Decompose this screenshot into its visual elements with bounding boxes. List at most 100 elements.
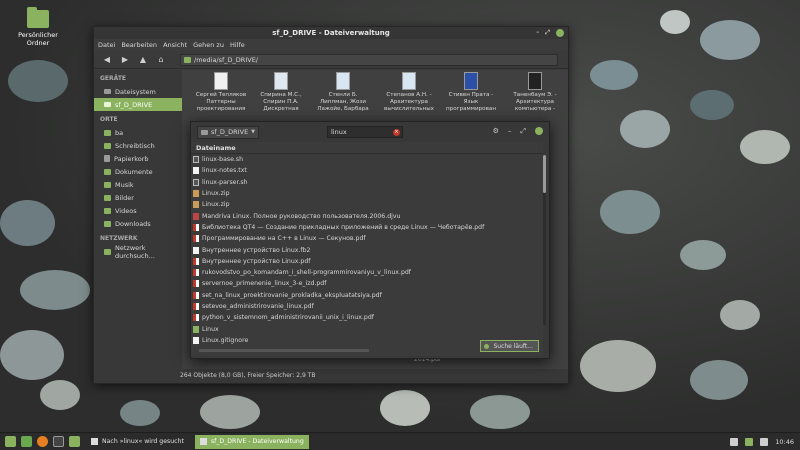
list-item[interactable]: Внутреннее устройство Linux.fb2: [191, 244, 543, 255]
result-name: Внутреннее устройство Linux.pdf: [202, 257, 311, 265]
up-icon[interactable]: ▲: [138, 55, 148, 65]
minimize-icon[interactable]: –: [508, 126, 512, 136]
clear-icon[interactable]: ×: [393, 129, 400, 136]
status-bar: 264 Objekte (8,0 GB), Freier Speicher: 2…: [94, 369, 568, 383]
sidebar-item-sf-d-drive[interactable]: sf_D_DRIVE: [94, 98, 182, 111]
list-item[interactable]: Linux: [191, 323, 543, 334]
gear-icon[interactable]: ⚙: [493, 126, 499, 136]
file-name-line: Паттерны: [206, 99, 236, 105]
path-bar[interactable]: /media/sf_D_DRIVE/: [180, 53, 558, 66]
file-item[interactable]: Стивен Прата - Язык программирован: [440, 72, 502, 113]
results-scrollbar[interactable]: [543, 155, 546, 325]
pebble: [380, 390, 430, 426]
file-item[interactable]: Степанов А.Н. - Архитектура вычислительн…: [378, 72, 440, 113]
sidebar-item-documents[interactable]: Dokumente: [94, 165, 182, 178]
list-item[interactable]: rukovodstvo_po_komandam_i_shell-programm…: [191, 267, 543, 278]
pdf-file-icon: [193, 235, 199, 243]
scrollbar-thumb[interactable]: [543, 155, 546, 193]
sidebar-item-network[interactable]: Netzwerk durchsuch...: [94, 244, 182, 260]
list-item[interactable]: linux-notes.txt: [191, 165, 543, 176]
file-name-line: Сергей Тепляков: [195, 92, 247, 98]
sidebar-item-trash[interactable]: Papierkorb: [94, 152, 182, 165]
task-file-manager[interactable]: sf_D_DRIVE - Dateiverwaltung: [194, 434, 309, 449]
forward-icon[interactable]: ▶: [120, 55, 130, 65]
search-location-select[interactable]: sf_D_DRIVE ▼: [197, 125, 259, 139]
list-item[interactable]: Программирование на C++ в Linux — Секуно…: [191, 233, 543, 244]
file-name-line: Язык: [463, 99, 479, 105]
maximize-icon[interactable]: ⤢: [520, 126, 526, 136]
minimize-icon[interactable]: –: [536, 29, 539, 37]
sidebar-item-home[interactable]: ba: [94, 126, 182, 139]
menubar: Datei Bearbeiten Ansicht Gehen zu Hilfe: [94, 39, 568, 51]
pdf-file-icon: [193, 257, 199, 265]
pebble: [620, 110, 670, 148]
volume-icon[interactable]: [760, 437, 769, 446]
search-progress-button[interactable]: Suche läuft...: [480, 340, 539, 352]
menu-go[interactable]: Gehen zu: [193, 39, 224, 51]
task-search[interactable]: Nach »linux« wird gesucht: [86, 435, 189, 449]
window-titlebar[interactable]: sf_D_DRIVE - Dateiverwaltung – ⤢: [94, 27, 568, 39]
shield-icon[interactable]: [745, 437, 754, 446]
sidebar-item-pictures[interactable]: Bilder: [94, 191, 182, 204]
sidebar-item-label: Bilder: [115, 193, 134, 202]
menu-view[interactable]: Ansicht: [163, 39, 187, 51]
menu-edit[interactable]: Bearbeiten: [121, 39, 157, 51]
search-input[interactable]: linux ×: [327, 126, 403, 138]
list-item[interactable]: setevoe_administrirovanie_linux.pdf: [191, 301, 543, 312]
list-item[interactable]: linux-parser.sh: [191, 177, 543, 188]
file-name-line: вычислительных: [384, 106, 434, 112]
list-item[interactable]: set_na_linux_proektirovanie_prokladka_ek…: [191, 290, 543, 301]
window-controls: – ⤢: [536, 29, 564, 37]
search-query: linux: [331, 128, 347, 136]
clock[interactable]: 10:46: [775, 438, 794, 446]
sidebar-item-filesystem[interactable]: Dateisystem: [94, 85, 182, 98]
sidebar-item-videos[interactable]: Videos: [94, 204, 182, 217]
menu-icon[interactable]: [5, 436, 16, 447]
firefox-icon[interactable]: [37, 436, 48, 447]
pdf-file-icon: [193, 280, 199, 288]
file-name-line: Стивен Прата -: [448, 92, 494, 98]
file-name-line: Спирин П.А.: [263, 99, 299, 105]
file-item[interactable]: Таненбаум Э. - Архитектура компьютера -: [504, 72, 566, 113]
menu-help[interactable]: Hilfe: [230, 39, 245, 51]
list-item[interactable]: linux-base.sh: [191, 154, 543, 165]
home-icon[interactable]: ⌂: [156, 55, 166, 65]
file-name-line: Лажойе, Барбара: [317, 106, 369, 112]
list-item[interactable]: servernoe_primenenie_linux_3-e_izd.pdf: [191, 278, 543, 289]
sidebar-item-label: Papierkorb: [114, 154, 149, 163]
column-header-filename[interactable]: Dateiname: [191, 142, 543, 154]
list-item[interactable]: Внутреннее устройство Linux.pdf: [191, 256, 543, 267]
list-item[interactable]: python_v_sistemnom_administrirovanii_uni…: [191, 312, 543, 323]
book-file-icon: [402, 72, 416, 90]
pebble: [700, 20, 760, 60]
sidebar-item-downloads[interactable]: Downloads: [94, 217, 182, 230]
show-desktop-icon[interactable]: [21, 436, 32, 447]
pdf-file-icon: [193, 314, 199, 322]
folder-icon: [193, 325, 199, 333]
desktop-icon-label: Persönlicher Ordner: [18, 31, 58, 47]
horizontal-scrollbar[interactable]: [199, 349, 369, 352]
files-icon[interactable]: [69, 436, 80, 447]
list-item[interactable]: Linux.zip: [191, 188, 543, 199]
close-icon[interactable]: [535, 127, 543, 135]
file-item[interactable]: Сергей Тепляков Паттерны проектирования: [190, 72, 252, 113]
terminal-icon[interactable]: [53, 436, 64, 447]
list-item[interactable]: Linux.zip: [191, 199, 543, 210]
sidebar-item-music[interactable]: Musik: [94, 178, 182, 191]
sidebar-item-desktop[interactable]: Schreibtisch: [94, 139, 182, 152]
taskbar: Nach »linux« wird gesucht sf_D_DRIVE - D…: [0, 432, 800, 450]
list-item[interactable]: Библиотека QT4 — Создание прикладных при…: [191, 222, 543, 233]
maximize-icon[interactable]: ⤢: [545, 29, 550, 37]
list-item[interactable]: Mandriva Linux. Полное руководство польз…: [191, 210, 543, 221]
result-name: python_v_sistemnom_administrirovanii_uni…: [202, 314, 374, 322]
pebble: [470, 395, 530, 429]
network-icon[interactable]: [730, 437, 739, 446]
menu-file[interactable]: Datei: [98, 39, 115, 51]
desktop-home-folder[interactable]: Persönlicher Ordner: [14, 7, 62, 47]
file-item[interactable]: Спирина М.С., Спирин П.А. Дискретная: [250, 72, 312, 113]
pebble: [580, 340, 656, 392]
sidebar-heading-devices: GERÄTE: [100, 75, 127, 82]
back-icon[interactable]: ◀: [102, 55, 112, 65]
close-icon[interactable]: [556, 29, 564, 37]
file-item[interactable]: Стенли Б. Липпман, Жози Лажойе, Барбара: [312, 72, 374, 113]
